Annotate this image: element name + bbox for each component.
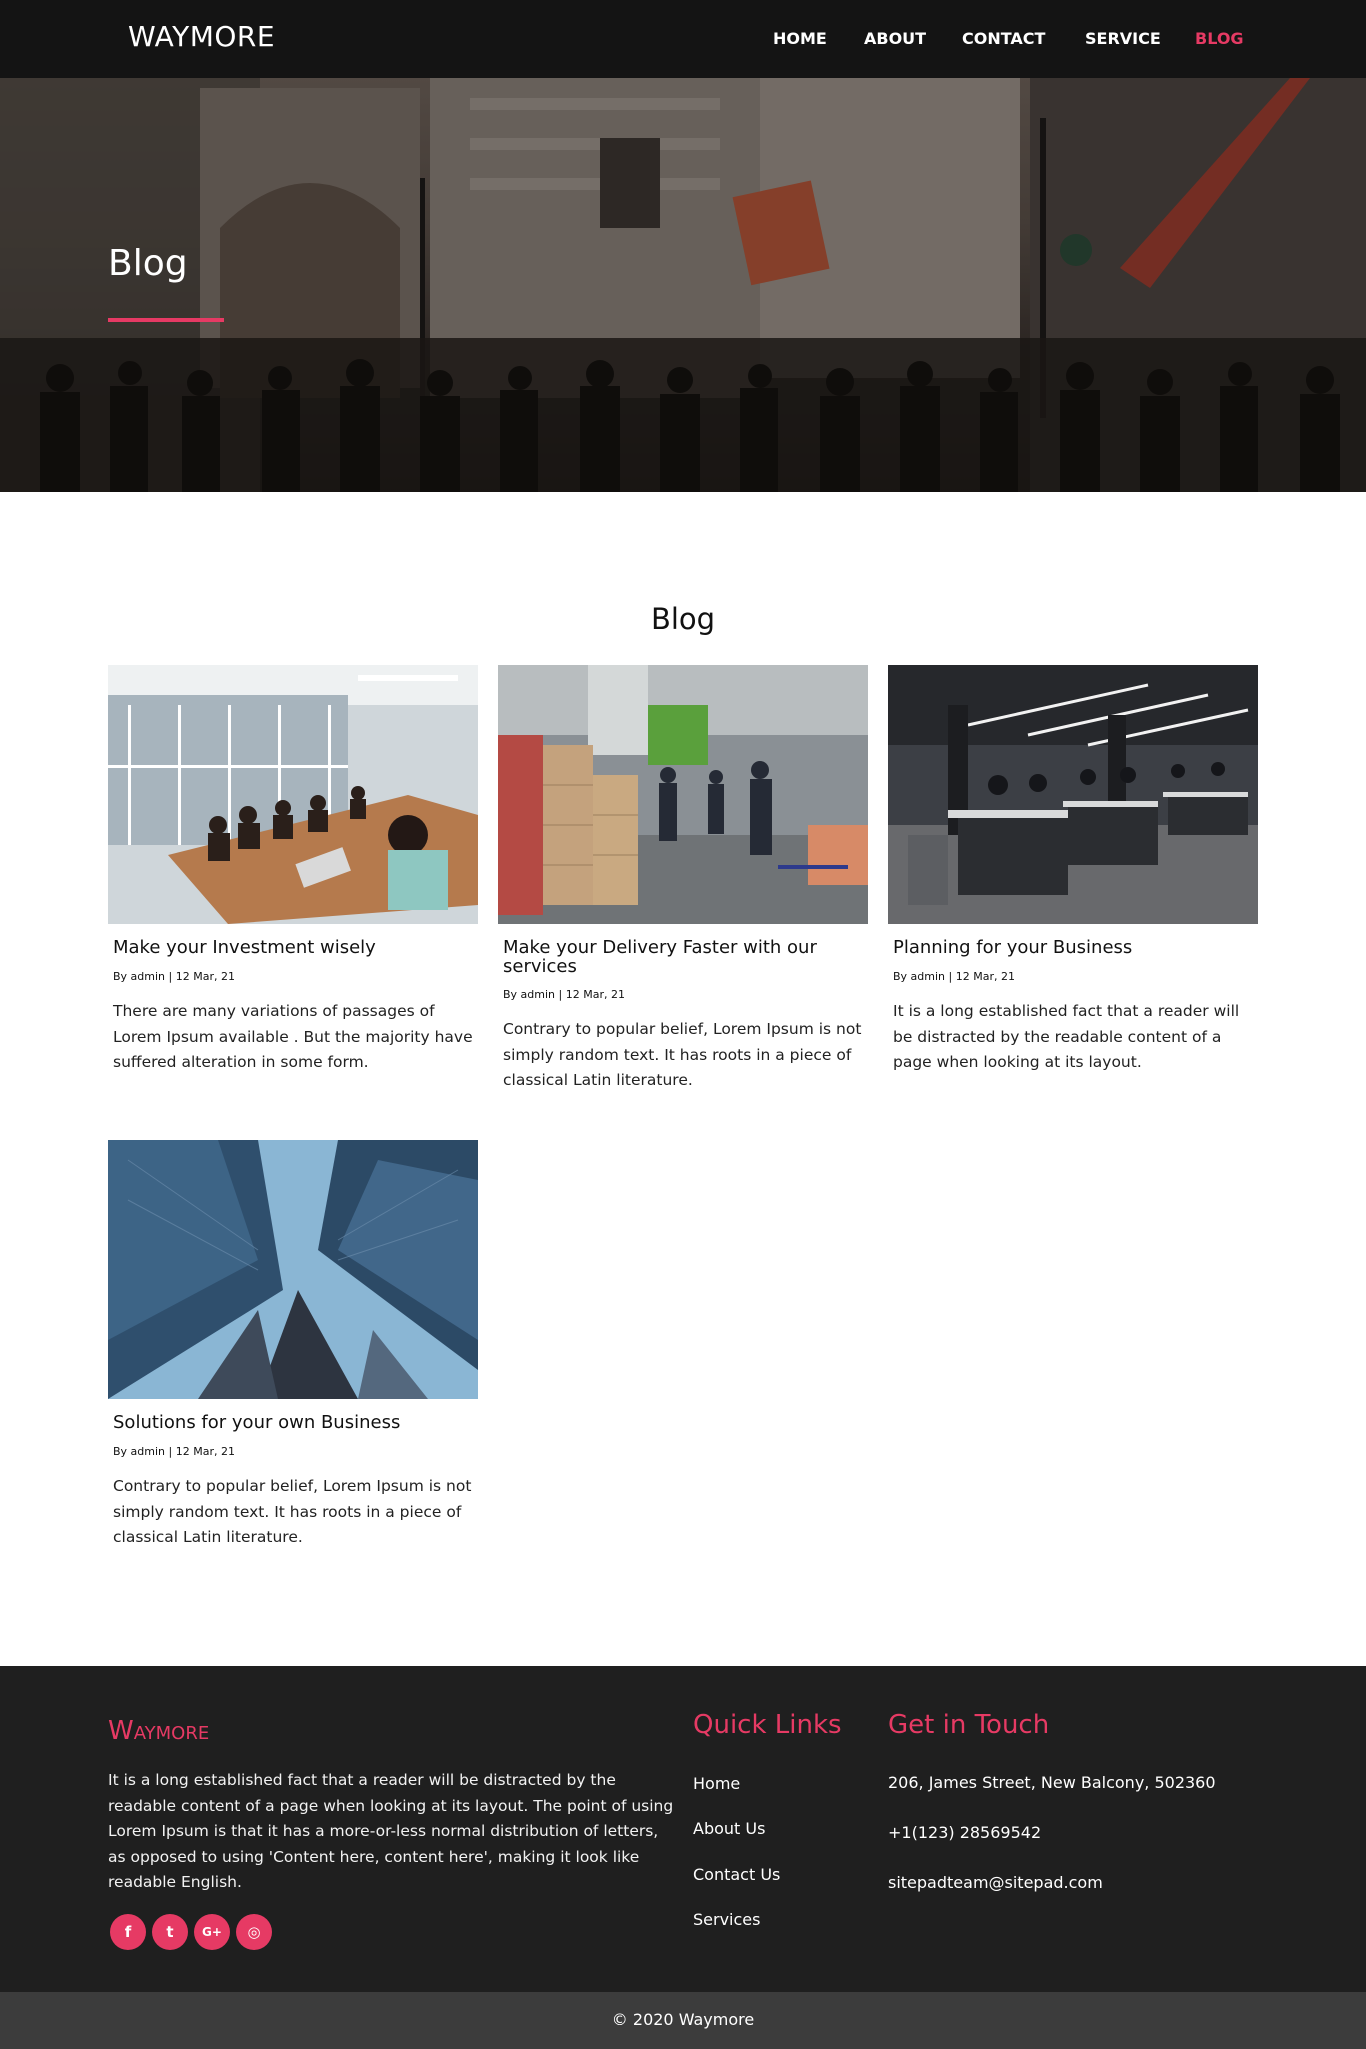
post-title[interactable]: Solutions for your own Business: [113, 1413, 473, 1432]
post-meta: By admin | 12 Mar, 21: [503, 988, 625, 1001]
post-title[interactable]: Planning for your Business: [893, 938, 1253, 957]
brand-logo[interactable]: WAYMORE: [128, 20, 275, 53]
site-footer: Waymore It is a long established fact th…: [0, 1666, 1366, 1992]
post-meta: By admin | 12 Mar, 21: [113, 970, 235, 983]
post-title[interactable]: Make your Delivery Faster with our servi…: [503, 938, 863, 976]
section-title: Blog: [650, 602, 716, 636]
nav-home[interactable]: HOME: [773, 29, 827, 51]
nav-service[interactable]: SERVICE: [1085, 29, 1161, 51]
instagram-icon[interactable]: ◎: [236, 1914, 272, 1950]
contact-email[interactable]: sitepadteam@sitepad.com: [888, 1873, 1103, 1892]
open-office-image[interactable]: [888, 665, 1258, 924]
skyscrapers-image[interactable]: [108, 1140, 478, 1399]
post-excerpt: Contrary to popular belief, Lorem Ipsum …: [113, 1477, 472, 1546]
footer-link-services[interactable]: Services: [693, 1910, 760, 1929]
copyright-bar: © 2020 Waymore: [0, 1992, 1366, 2049]
google-plus-icon[interactable]: G+: [194, 1914, 230, 1950]
contact-address: 206, James Street, New Balcony, 502360: [888, 1773, 1216, 1792]
facebook-icon[interactable]: f: [110, 1914, 146, 1950]
footer-description: It is a long established fact that a rea…: [108, 1771, 674, 1891]
copyright-text: © 2020 Waymore: [611, 2010, 755, 2029]
post-title[interactable]: Make your Investment wisely: [113, 938, 473, 957]
blog-card[interactable]: Planning for your Business By admin | 12…: [888, 665, 1258, 1085]
blog-card[interactable]: Make your Delivery Faster with our servi…: [498, 665, 868, 1105]
nav-blog[interactable]: BLOG: [1195, 29, 1244, 51]
footer-link-home[interactable]: Home: [693, 1774, 740, 1793]
top-navbar: WAYMORE HOME ABOUT CONTACT SERVICE BLOG: [0, 0, 1366, 78]
quick-links-heading: Quick Links: [693, 1710, 842, 1740]
post-meta: By admin | 12 Mar, 21: [113, 1445, 235, 1458]
warehouse-image[interactable]: [498, 665, 868, 924]
blog-card[interactable]: Solutions for your own Business By admin…: [108, 1140, 478, 1560]
nav-about[interactable]: ABOUT: [864, 29, 926, 51]
contact-heading: Get in Touch: [888, 1710, 1050, 1740]
footer-brand[interactable]: Waymore: [108, 1716, 209, 1746]
hero-underline: [108, 318, 224, 322]
twitter-icon[interactable]: t: [152, 1914, 188, 1950]
nav-contact[interactable]: CONTACT: [962, 29, 1045, 51]
hero-street-image: [0, 78, 1366, 492]
post-excerpt: There are many variations of passages of…: [113, 1002, 473, 1071]
blog-card[interactable]: Make your Investment wisely By admin | 1…: [108, 665, 478, 1085]
hero-title: Blog: [108, 243, 188, 284]
footer-link-about[interactable]: About Us: [693, 1819, 765, 1838]
contact-phone[interactable]: +1(123) 28569542: [888, 1823, 1041, 1842]
post-excerpt: Contrary to popular belief, Lorem Ipsum …: [503, 1020, 862, 1089]
meeting-room-image[interactable]: [108, 665, 478, 924]
post-excerpt: It is a long established fact that a rea…: [893, 1002, 1240, 1071]
hero-banner: Blog: [0, 78, 1366, 492]
footer-link-contact[interactable]: Contact Us: [693, 1865, 780, 1884]
post-meta: By admin | 12 Mar, 21: [893, 970, 1015, 983]
